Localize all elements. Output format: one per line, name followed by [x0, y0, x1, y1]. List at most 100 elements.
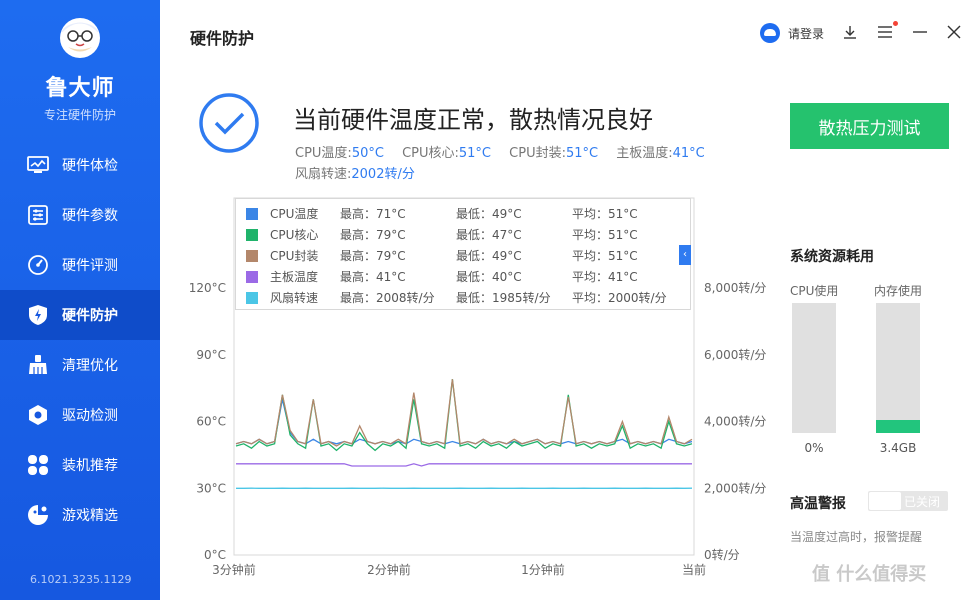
reading-value: 50°C — [351, 146, 384, 161]
download-icon — [844, 26, 856, 39]
legend-swatch — [246, 249, 258, 262]
legend-avg: 平均：51°C — [572, 207, 638, 221]
y-right-tick-label: 0转/分 — [704, 547, 740, 562]
high-temp-alarm-toggle[interactable]: 已关闭 — [868, 491, 948, 511]
reading-cpu-package: CPU封装:51°C — [509, 146, 598, 161]
notification-dot — [893, 21, 898, 26]
legend-collapse-button[interactable]: ‹ — [679, 245, 691, 265]
reading-cpu-core: CPU核心:51°C — [402, 146, 491, 161]
sidebar: 鲁大师 专注硬件防护 硬件体检 硬件参数 硬件评测 硬件防护 清理优化 驱动检测… — [0, 0, 160, 600]
cpu-usage-label: CPU使用 — [790, 284, 839, 298]
legend-swatch — [246, 228, 258, 241]
legend-max: 最高：79°C — [340, 249, 406, 263]
sidebar-item-cleanup[interactable]: 清理优化 — [0, 340, 160, 390]
version-label: 6.1021.3235.1129 — [30, 573, 132, 586]
high-temp-alarm-title: 高温警报 — [790, 496, 846, 512]
logo: 鲁大师 专注硬件防护 — [0, 14, 160, 123]
legend-swatch — [246, 291, 258, 304]
chart-legend: CPU温度 最高：71°C 最低：49°C 平均：51°C CPU核心 最高：79°C 最低… — [235, 198, 691, 310]
chevron-left-icon: ‹ — [683, 249, 687, 260]
menu-icon — [878, 26, 892, 38]
legend-series-name: 主板温度 — [270, 270, 319, 284]
legend-max: 最高：41°C — [340, 270, 406, 284]
sidebar-nav: 硬件体检 硬件参数 硬件评测 硬件防护 清理优化 驱动检测 装机推荐 游戏精选 — [0, 140, 160, 540]
legend-series-name: 风扇转速 — [270, 291, 319, 305]
legend-row: 主板温度 最高：41°C 最低：40°C 平均：41°C — [236, 266, 692, 287]
series-line-0 — [235, 399, 693, 445]
x-tick-label: 2分钟前 — [367, 562, 411, 577]
sidebar-item-game-picks[interactable]: 游戏精选 — [0, 490, 160, 540]
close-button[interactable] — [946, 24, 964, 42]
y-left-tick-label: 90°C — [196, 348, 226, 362]
sidebar-item-label: 硬件参数 — [62, 208, 118, 224]
minimize-button[interactable] — [912, 24, 930, 42]
high-temp-alarm-description: 当温度过高时，报警提醒 — [790, 530, 923, 544]
sidebar-item-build-recommend[interactable]: 装机推荐 — [0, 440, 160, 490]
reading-board-temp: 主板温度:41°C — [616, 146, 705, 161]
memory-usage-value: 3.4GB — [879, 441, 917, 455]
app-name: 鲁大师 — [45, 76, 115, 101]
reading-label: CPU封装: — [509, 146, 566, 161]
sidebar-item-label: 硬件防护 — [62, 308, 118, 324]
legend-avg: 平均：41°C — [572, 270, 638, 284]
reading-value: 41°C — [672, 146, 705, 161]
shield-icon — [26, 303, 50, 327]
sidebar-item-label: 清理优化 — [62, 358, 118, 374]
sidebar-item-label: 硬件评测 — [62, 258, 118, 274]
monitor-icon — [26, 153, 50, 177]
reading-value: 51°C — [565, 146, 599, 161]
x-tick-label: 当前 — [682, 562, 706, 577]
download-button[interactable] — [842, 24, 860, 42]
page-title: 硬件防护 — [190, 29, 255, 48]
reading-cpu-temp: CPU温度:50°C — [295, 146, 384, 161]
memory-usage-label: 内存使用 — [874, 284, 923, 298]
y-right-tick-label: 8,000转/分 — [704, 280, 766, 295]
reading-label: 风扇转速: — [295, 167, 352, 182]
legend-series-name: CPU温度 — [270, 207, 319, 221]
reading-label: CPU核心: — [402, 146, 459, 161]
legend-avg: 平均：51°C — [572, 249, 638, 263]
cpu-usage-bar — [792, 303, 836, 433]
close-icon — [947, 25, 961, 39]
legend-swatch — [246, 207, 258, 220]
driver-icon — [26, 403, 50, 427]
sidebar-item-hardware-params[interactable]: 硬件参数 — [0, 190, 160, 240]
legend-min: 最低：1985转/分 — [456, 291, 551, 305]
grid-icon — [26, 453, 50, 477]
y-left-tick-label: 120°C — [189, 281, 226, 295]
legend-swatch — [246, 270, 258, 283]
legend-max: 最高：71°C — [340, 207, 406, 221]
legend-row: CPU温度 最高：71°C 最低：49°C 平均：51°C — [236, 203, 692, 224]
watermark: 值 什么值得买 — [812, 564, 927, 585]
cpu-usage-value: 0% — [804, 441, 824, 455]
x-tick-label: 1分钟前 — [521, 562, 565, 577]
reading-label: 主板温度: — [616, 146, 673, 161]
temperature-readings: CPU温度:50°C CPU核心:51°C CPU封装:51°C 主板温度:41… — [295, 143, 775, 185]
legend-max: 最高：2008转/分 — [340, 291, 435, 305]
y-right-tick-label: 6,000转/分 — [704, 347, 766, 362]
reading-value: 2002转/分 — [351, 167, 415, 182]
legend-min: 最低：49°C — [456, 207, 522, 221]
login-button[interactable]: 请登录 — [760, 23, 824, 43]
sidebar-item-hardware-benchmark[interactable]: 硬件评测 — [0, 240, 160, 290]
app-tagline: 专注硬件防护 — [43, 108, 116, 122]
legend-avg: 平均：2000转/分 — [572, 291, 667, 305]
series-line-2 — [235, 379, 693, 447]
legend-row: 风扇转速 最高：2008转/分 最低：1985转/分 平均：2000转/分 — [236, 287, 692, 308]
legend-min: 最低：47°C — [456, 228, 522, 242]
y-left-tick-label: 0°C — [204, 548, 226, 562]
mascot-logo-icon — [60, 18, 100, 58]
broom-icon — [26, 353, 50, 377]
sidebar-item-driver-check[interactable]: 驱动检测 — [0, 390, 160, 440]
sidebar-item-hardware-protection[interactable]: 硬件防护 — [0, 290, 160, 340]
memory-usage-bar — [876, 303, 920, 433]
reading-label: CPU温度: — [295, 146, 352, 161]
toggle-knob — [869, 492, 901, 510]
stress-test-button[interactable]: 散热压力测试 — [790, 103, 949, 149]
sidebar-item-hardware-check[interactable]: 硬件体检 — [0, 140, 160, 190]
avatar-icon — [760, 23, 780, 43]
sidebar-item-label: 游戏精选 — [62, 508, 118, 524]
status-headline: 当前硬件温度正常，散热情况良好 — [293, 106, 653, 134]
reading-value: 51°C — [458, 146, 492, 161]
menu-button[interactable] — [877, 21, 898, 42]
